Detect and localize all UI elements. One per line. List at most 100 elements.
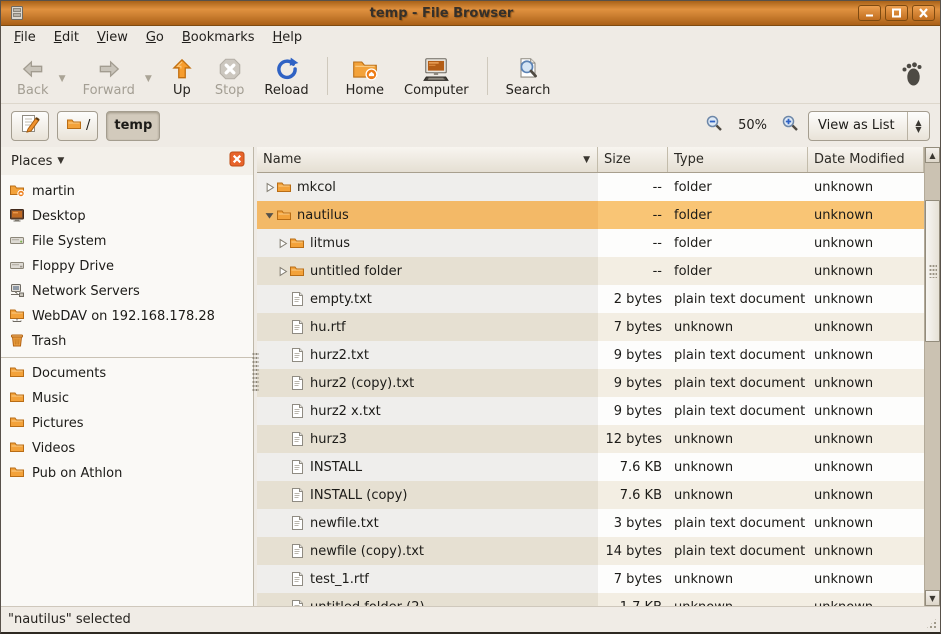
expander-collapsed-icon[interactable] [276,266,289,277]
file-size: 7.6 KB [620,460,662,475]
menu-item-file[interactable]: File [5,28,45,47]
file-type: plain text document [674,404,805,419]
table-row[interactable]: empty.txt2 bytesplain text documentunkno… [257,285,924,313]
table-row[interactable]: hu.rtf7 bytesunknownunknown [257,313,924,341]
file-name: newfile (copy).txt [310,544,424,559]
sidebar-item-floppy-drive[interactable]: Floppy Drive [1,254,253,279]
reload-button[interactable]: Reload [254,53,318,100]
name-cell: nautilus [257,201,598,229]
table-row[interactable]: untitled folder (2)1.7 KBunknownunknown [257,593,924,606]
webdav-folder-icon [9,307,25,327]
file-type: plain text document [674,376,805,391]
expander-collapsed-icon[interactable] [276,238,289,249]
menu-item-view[interactable]: View [88,28,137,47]
desktop-icon [9,207,25,227]
table-row[interactable]: hurz2 (copy).txt9 bytesplain text docume… [257,369,924,397]
expander-collapsed-icon[interactable] [263,182,276,193]
stop-button: Stop [205,53,255,100]
file-type: folder [674,180,712,195]
computer-button[interactable]: Computer [394,53,479,100]
date-cell: unknown [808,425,924,453]
folder-icon [9,364,25,384]
sidebar-item-desktop[interactable]: Desktop [1,204,253,229]
titlebar[interactable]: temp - File Browser [1,1,940,26]
folder-icon [9,464,25,484]
path-current-button[interactable]: temp [106,111,160,141]
toggle-location-entry-button[interactable] [11,111,49,141]
maximize-button[interactable] [885,5,908,21]
table-row[interactable]: mkcol--folderunknown [257,173,924,201]
file-name: empty.txt [310,292,372,307]
table-row[interactable]: litmus--folderunknown [257,229,924,257]
sidebar-item-pictures[interactable]: Pictures [1,411,253,436]
table-row[interactable]: INSTALL (copy)7.6 KBunknownunknown [257,481,924,509]
scrollbar-trough[interactable] [925,163,940,590]
scroll-up-button[interactable]: ▲ [925,147,940,163]
table-row[interactable]: hurz2.txt9 bytesplain text documentunkno… [257,341,924,369]
file-date: unknown [814,180,873,195]
file-date: unknown [814,544,873,559]
sidebar-item-documents[interactable]: Documents [1,361,253,386]
table-row[interactable]: untitled folder--folderunknown [257,257,924,285]
floppy-icon [9,257,25,277]
name-cell: newfile.txt [257,509,598,537]
sidebar-close-button[interactable] [229,151,245,171]
file-type: folder [674,264,712,279]
table-row[interactable]: newfile (copy).txt14 bytesplain text doc… [257,537,924,565]
zoom-out-button[interactable] [705,114,724,137]
sidebar-item-trash[interactable]: Trash [1,329,253,354]
file-name: nautilus [297,208,349,223]
stop-icon [217,56,243,82]
up-button[interactable]: Up [159,53,205,100]
toolbar-button-label: Home [346,83,384,98]
sidebar-item-network-servers[interactable]: Network Servers [1,279,253,304]
path-root-button[interactable]: / [57,111,98,141]
menu-item-help[interactable]: Help [264,28,312,47]
pane-splitter[interactable] [254,147,257,606]
table-row[interactable]: hurz2 x.txt9 bytesplain text documentunk… [257,397,924,425]
table-row[interactable]: INSTALL7.6 KBunknownunknown [257,453,924,481]
sidebar-item-music[interactable]: Music [1,386,253,411]
sidebar-item-pub-on-athlon[interactable]: Pub on Athlon [1,461,253,486]
scroll-down-button[interactable]: ▼ [925,590,940,606]
toolbar-separator [327,57,328,95]
sidebar-title-dropdown[interactable]: Places [11,154,52,169]
size-cell: 7.6 KB [598,453,668,481]
places-sidebar: Places ▼ martinDesktopFile SystemFloppy … [1,147,254,606]
menu-item-bookmarks[interactable]: Bookmarks [173,28,264,47]
column-header-type[interactable]: Type [668,147,808,172]
table-row[interactable]: newfile.txt3 bytesplain text documentunk… [257,509,924,537]
file-date: unknown [814,516,873,531]
file-name: untitled folder [310,264,402,279]
size-cell: 9 bytes [598,369,668,397]
table-row[interactable]: nautilus--folderunknown [257,201,924,229]
menu-item-go[interactable]: Go [137,28,173,47]
file-date: unknown [814,460,873,475]
zoom-in-button[interactable] [781,114,800,137]
column-header-date-modified[interactable]: Date Modified [808,147,924,172]
column-header-name[interactable]: Name ▼ [257,147,598,172]
close-button[interactable] [912,5,935,21]
table-row[interactable]: hurz312 bytesunknownunknown [257,425,924,453]
column-header-size[interactable]: Size [598,147,668,172]
search-button[interactable]: Search [496,53,561,100]
text-file-icon [289,487,305,503]
size-cell: 14 bytes [598,537,668,565]
scrollbar-thumb[interactable] [925,200,940,342]
home-button[interactable]: Home [336,53,394,100]
view-mode-select[interactable]: View as List ▲▼ [808,111,930,141]
sidebar-item-label: Documents [32,366,106,381]
file-size: -- [653,264,662,279]
sidebar-item-webdav-on-192-168-178-28[interactable]: WebDAV on 192.168.178.28 [1,304,253,329]
sidebar-item-videos[interactable]: Videos [1,436,253,461]
window-resize-grip[interactable] [925,617,938,630]
file-list: mkcol--folderunknownnautilus--folderunkn… [257,173,924,606]
type-cell: plain text document [668,285,808,313]
expander-expanded-icon[interactable] [263,210,276,221]
sidebar-item-martin[interactable]: martin [1,179,253,204]
sidebar-item-file-system[interactable]: File System [1,229,253,254]
menu-item-edit[interactable]: Edit [45,28,88,47]
table-row[interactable]: test_1.rtf7 bytesunknownunknown [257,565,924,593]
home-icon [351,56,379,82]
minimize-button[interactable] [858,5,881,21]
